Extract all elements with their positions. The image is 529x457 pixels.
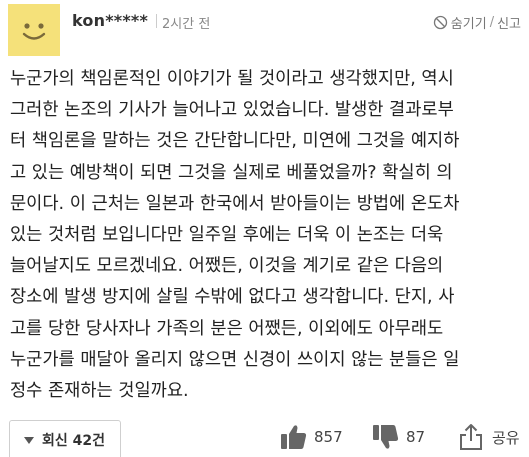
share-icon (456, 422, 486, 452)
comment-header: kon***** 2시간 전 숨기기 / 신고 (8, 0, 529, 60)
comment-line: 고 있는 예방책이 되면 그것을 실제로 베풀었을까? 확실히 의 (10, 162, 453, 183)
timestamp: 2시간 전 (162, 17, 211, 32)
comment-line: 장소에 발생 방지에 살릴 수밖에 없다고 생각합니다. 단지, 사 (10, 287, 455, 308)
dislike-button[interactable]: 87 (370, 422, 425, 452)
comment-body: 누군가의 책임론적인 이야기가 될 것이라고 생각했지만, 역시 그러한 논조의… (10, 64, 520, 407)
comment-line: 터 책임론을 말하는 것은 간단합니다만, 미연에 그것을 예지하 (10, 131, 460, 152)
hide-button[interactable]: 숨기기 (451, 13, 487, 32)
comment-line: 그러한 논조의 기사가 늘어나고 있었습니다. 발생한 결과로부 (10, 100, 454, 121)
comment-line: 문이다. 이 근처는 일본과 한국에서 받아들이는 방법에 온도차 (10, 193, 460, 214)
avatar[interactable] (8, 4, 60, 56)
comment-line: 정수 존재하는 것일까요. (10, 381, 189, 402)
ban-icon[interactable] (433, 15, 448, 30)
username[interactable]: kon***** (72, 11, 148, 30)
comment-line: 누군가의 책임론적인 이야기가 될 것이라고 생각했지만, 역시 (10, 69, 454, 89)
reply-count-label: 회신 42건 (42, 433, 105, 449)
comment-footer: 회신 42건 857 87 공유 (0, 412, 529, 457)
comment-line: 있는 것처럼 보입니다만 일주일 후에는 더욱 이 논조는 더욱 (10, 225, 444, 246)
like-button[interactable]: 857 (278, 422, 343, 452)
triangle-down-icon (24, 436, 34, 444)
comment-line: 늘어날지도 모르겠네요. 어쨌든, 이것을 계기로 같은 다음의 (10, 256, 444, 277)
comment-line: 누군가를 매달아 올리지 않으면 신경이 쓰이지 않는 분들은 일 (10, 349, 460, 370)
comment-line: 고를 당한 당사자나 가족의 분은 어쨌든, 이외에도 아무래도 (10, 318, 444, 339)
report-button[interactable]: 신고 (497, 13, 521, 32)
like-count: 857 (314, 428, 343, 446)
share-button[interactable]: 공유 (456, 422, 520, 452)
smiley-face-icon (8, 4, 60, 56)
dislike-count: 87 (406, 428, 426, 446)
action-divider: / (489, 15, 495, 30)
header-separator (156, 14, 157, 28)
reply-toggle-button[interactable]: 회신 42건 (9, 420, 121, 457)
comment-actions: 숨기기 / 신고 (433, 13, 521, 32)
thumbs-down-icon (370, 422, 400, 452)
thumbs-up-icon (278, 422, 308, 452)
share-label: 공유 (492, 428, 520, 447)
